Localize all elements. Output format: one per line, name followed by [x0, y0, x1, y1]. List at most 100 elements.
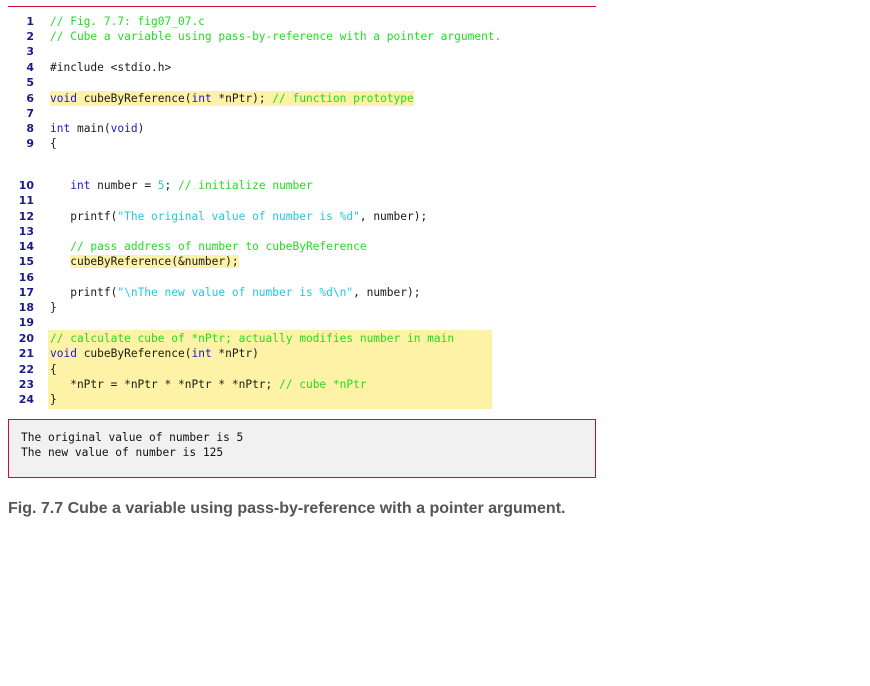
string-token: "\nThe new value of number is %d\n"	[117, 286, 354, 299]
code-token: }	[50, 393, 57, 406]
code-text: }	[50, 300, 57, 315]
comment-token: // cube *nPtr	[279, 378, 367, 391]
code-text: int number = 5; // initialize number	[50, 178, 313, 193]
code-line: 17 printf("\nThe new value of number is …	[0, 285, 600, 300]
comment-token: // Cube a variable using pass-by-referen…	[50, 30, 502, 43]
code-token: *nPtr = *nPtr * *nPtr * *nPtr;	[50, 378, 280, 391]
code-token: {	[50, 137, 57, 150]
line-number: 3	[26, 45, 34, 58]
code-text: // calculate cube of *nPtr; actually mod…	[50, 331, 454, 346]
line-number: 5	[26, 76, 34, 89]
line-number: 13	[18, 225, 34, 238]
code-text: }	[50, 392, 57, 407]
line-number: 24	[18, 393, 34, 406]
code-token: main(	[70, 122, 111, 135]
code-token: cubeByReference(	[76, 92, 192, 105]
string-token: 5	[157, 179, 165, 192]
line-number: 2	[26, 30, 34, 43]
code-line: 16	[0, 270, 600, 285]
line-number: 11	[18, 194, 34, 207]
code-line: 19	[0, 315, 600, 330]
code-token: ;	[164, 179, 179, 192]
code-text: // Cube a variable using pass-by-referen…	[50, 29, 501, 44]
code-token: cubeByReference(	[76, 347, 192, 360]
keyword-token: int	[70, 179, 91, 192]
line-number: 9	[26, 137, 34, 150]
figure-caption: Fig. 7.7 Cube a variable using pass-by-r…	[8, 500, 566, 517]
line-number: 4	[26, 61, 34, 74]
code-line: 3	[0, 44, 600, 59]
keyword-token: int	[191, 92, 212, 105]
line-number: 16	[18, 271, 34, 284]
code-text: {	[50, 136, 57, 151]
code-token: *nPtr)	[211, 347, 259, 360]
code-line: 14 // pass address of number to cubeByRe…	[0, 239, 600, 254]
output-line: The new value of number is 125	[21, 446, 224, 459]
code-line: 8 int main(void)	[0, 121, 600, 136]
code-line: 24}	[0, 392, 600, 407]
comment-token: // Fig. 7.7: fig07_07.c	[50, 15, 205, 28]
line-number: 8	[26, 122, 34, 135]
program-output: The original value of number is 5 The ne…	[8, 419, 596, 478]
code-text: void cubeByReference(int *nPtr)	[50, 346, 259, 361]
code-line: 21 void cubeByReference(int *nPtr)	[0, 346, 600, 361]
code-token: )	[137, 122, 145, 135]
top-rule	[8, 6, 596, 7]
string-token: "The original value of number is %d"	[117, 210, 360, 223]
code-line: 20 // calculate cube of *nPtr; actually m…	[0, 331, 600, 346]
keyword-token: int	[50, 122, 71, 135]
code-text: #include <stdio.h>	[50, 60, 171, 75]
code-text: int main(void)	[50, 121, 144, 136]
code-token: printf(	[50, 286, 118, 299]
line-number: 15	[18, 255, 34, 268]
code-line: 7	[0, 106, 600, 121]
code-line: 11	[0, 193, 600, 208]
line-number: 21	[18, 347, 34, 360]
code-token: {	[50, 363, 57, 376]
code-text: {	[50, 362, 57, 377]
code-line: 5	[0, 75, 600, 90]
code-text: // pass address of number to cubeByRefer…	[50, 239, 367, 254]
code-line: 18}	[0, 300, 600, 315]
keyword-token: void	[50, 347, 77, 360]
code-text: printf("The original value of number is …	[50, 209, 427, 224]
line-number: 20	[18, 332, 34, 345]
code-line: 2 // Cube a variable using pass-by-refere…	[0, 29, 600, 44]
code-token: *nPtr);	[211, 92, 273, 105]
comment-token: // calculate cube of *nPtr; actually mod…	[50, 332, 455, 345]
line-number: 12	[18, 210, 34, 223]
comment-token: // initialize number	[178, 179, 313, 192]
line-number: 17	[18, 286, 34, 299]
line-number: 6	[26, 92, 34, 105]
code-line: 10 int number = 5; // initialize number	[0, 178, 600, 193]
line-number: 7	[26, 107, 34, 120]
code-token: number =	[90, 179, 158, 192]
code-text: // Fig. 7.7: fig07_07.c	[50, 14, 205, 29]
line-number: 22	[18, 363, 34, 376]
code-line: 23 *nPtr = *nPtr * *nPtr * *nPtr; // cub…	[0, 377, 600, 392]
code-text: cubeByReference(&number);	[50, 254, 239, 269]
code-line: 6 void cubeByReference(int *nPtr); // fun…	[0, 91, 600, 106]
code-line: 13	[0, 224, 600, 239]
line-number: 10	[18, 179, 34, 192]
code-line: 9{	[0, 136, 600, 151]
comment-token: // function prototype	[272, 92, 414, 105]
code-text: *nPtr = *nPtr * *nPtr * *nPtr; // cube *…	[50, 377, 367, 392]
line-number: 14	[18, 240, 34, 253]
line-number: 19	[18, 316, 34, 329]
code-text: void cubeByReference(int *nPtr); // func…	[50, 91, 414, 106]
comment-token: // pass address of number to cubeByRefer…	[70, 240, 367, 253]
code-line: 15 cubeByReference(&number);	[0, 254, 600, 269]
code-token: printf(	[50, 210, 118, 223]
code-line: 12 printf("The original value of number …	[0, 209, 600, 224]
code-token: cubeByReference(&number);	[70, 255, 239, 268]
code-line: 22 {	[0, 362, 600, 377]
code-token: #include <stdio.h>	[50, 61, 172, 74]
code-line: 4 #include <stdio.h>	[0, 60, 600, 75]
code-token: , number);	[359, 210, 428, 223]
code-token: , number);	[353, 286, 421, 299]
code-token: }	[50, 301, 57, 314]
output-line: The original value of number is 5	[21, 431, 244, 444]
